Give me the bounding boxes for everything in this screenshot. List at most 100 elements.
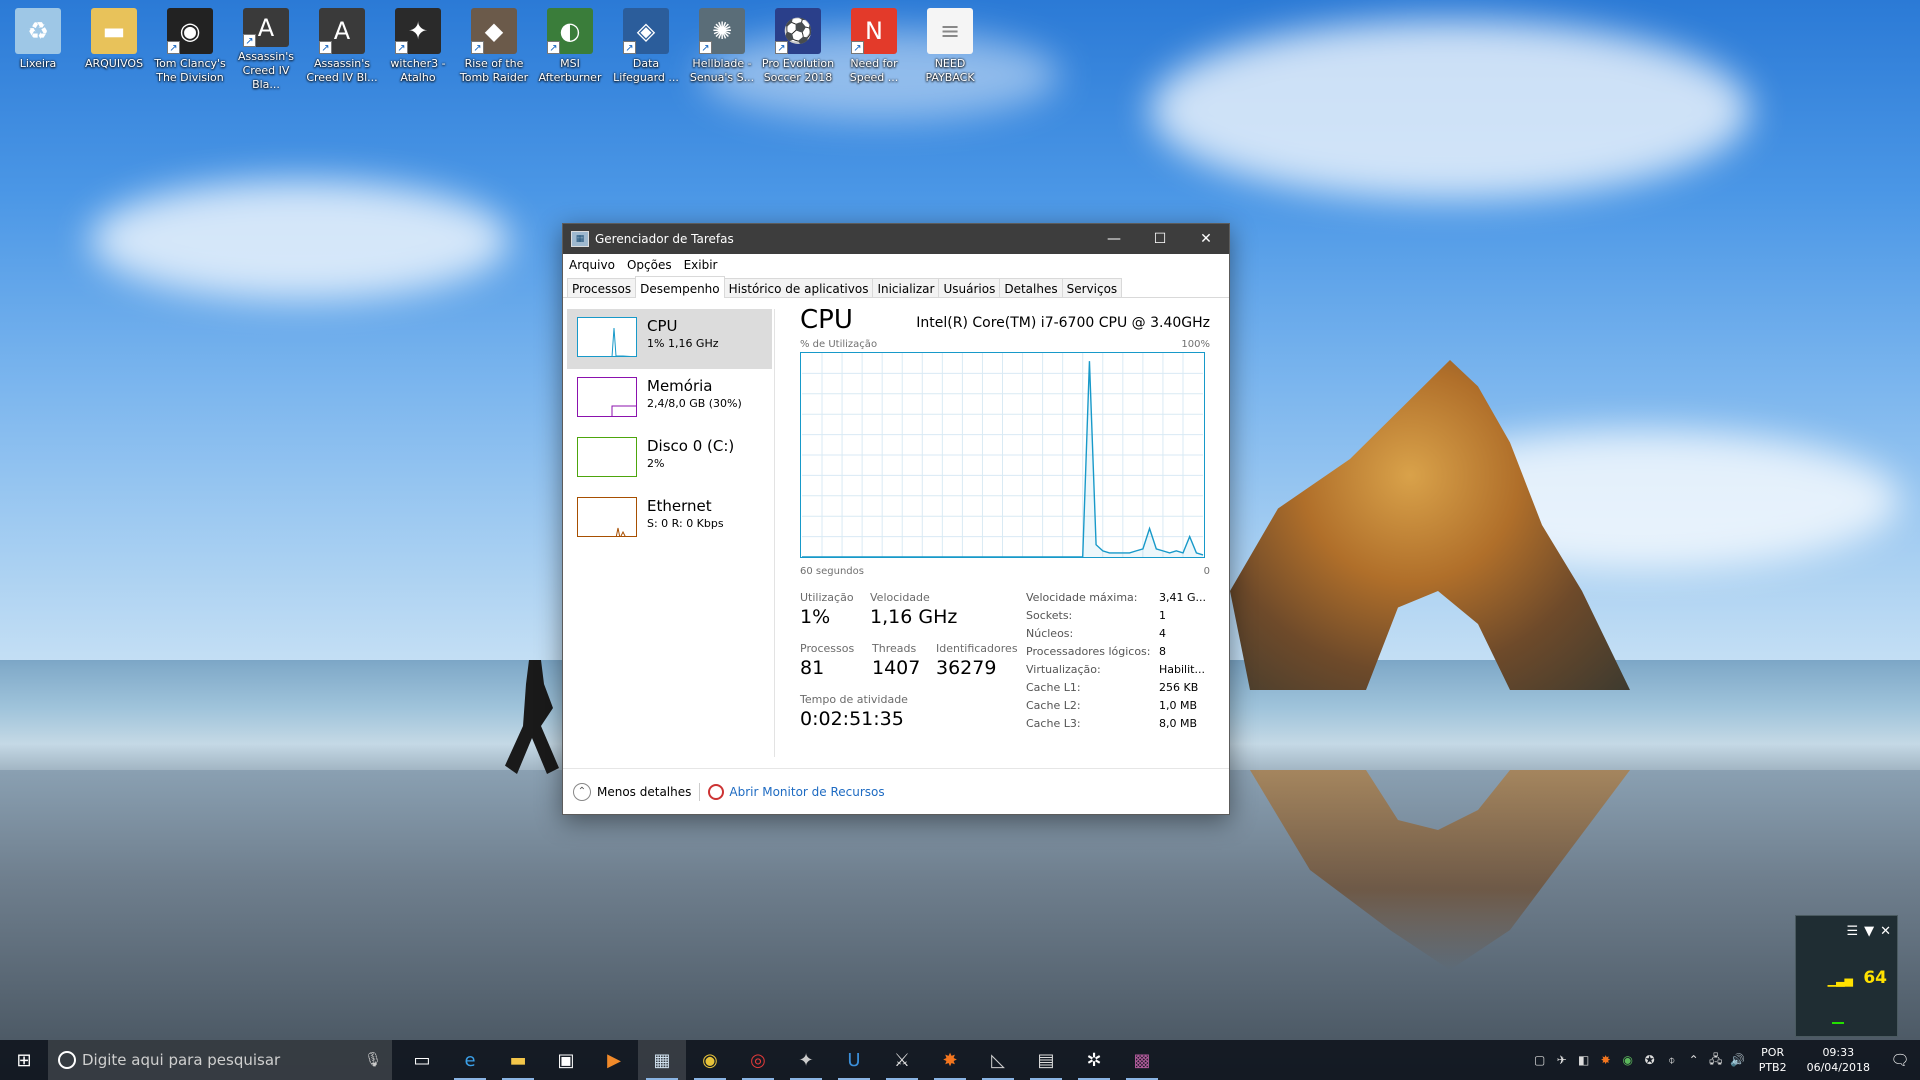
chevron-down-icon[interactable]: ▼ [1864, 924, 1874, 939]
taskbar-app[interactable]: ▦ [638, 1040, 686, 1080]
desktop-icon[interactable]: ⚽ ↗ Pro Evolution Soccer 2018 [760, 0, 836, 92]
taskbar-app[interactable]: ▩ [1118, 1040, 1166, 1080]
desktop-icon-label: witcher3 - Atalho [390, 57, 446, 84]
sidebar-item[interactable]: Memória 2,4/8,0 GB (30%) [567, 369, 772, 429]
tab[interactable]: Usuários [938, 278, 1001, 297]
close-icon[interactable]: ✕ [1880, 924, 1891, 939]
taskbar-app[interactable]: e [446, 1040, 494, 1080]
spec-label: Processadores lógicos: [1026, 645, 1151, 658]
spec-value: 1 [1159, 609, 1166, 622]
desktop-icon[interactable]: ◈ ↗ Data Lifeguard ... [608, 0, 684, 92]
taskbar-app[interactable]: ▭ [398, 1040, 446, 1080]
division-game-icon: ◉ ↗ [167, 8, 213, 54]
task-view-icon: ▭ [413, 1049, 431, 1071]
spec-value: 4 [1159, 627, 1166, 640]
desktop-icon[interactable]: ✦ ↗ witcher3 - Atalho [380, 0, 456, 92]
tab[interactable]: Inicializar [872, 278, 940, 297]
shortcut-arrow-icon: ↗ [851, 41, 864, 54]
taskbar-app[interactable]: ▬ [494, 1040, 542, 1080]
tab[interactable]: Serviços [1061, 278, 1123, 297]
taskbar-app[interactable]: ◺ [974, 1040, 1022, 1080]
menu-icon[interactable]: ☰ [1846, 924, 1858, 939]
usb-icon[interactable]: ⌽ [1661, 1053, 1683, 1068]
spec-label: Velocidade máxima: [1026, 591, 1138, 604]
cpu-detail: CPU Intel(R) Core(TM) i7-6700 CPU @ 3.40… [800, 305, 1210, 741]
menu-item[interactable]: Opções [627, 258, 672, 272]
sidebar-item[interactable]: CPU 1% 1,16 GHz [567, 309, 772, 369]
taskbar-app[interactable]: ◎ [734, 1040, 782, 1080]
utilization-value: 1% [800, 606, 831, 628]
shortcut-arrow-icon: ↗ [167, 41, 180, 54]
taskbar-app[interactable]: ▣ [542, 1040, 590, 1080]
sidebar-item[interactable]: Ethernet S: 0 R: 0 Kbps [567, 489, 772, 549]
taskbar-app[interactable]: ✸ [926, 1040, 974, 1080]
chevron-up-icon[interactable]: ⌃ [1683, 1053, 1705, 1067]
witcher-icon: ✦ ↗ [395, 8, 441, 54]
desktop-icon[interactable]: ▬ ARQUIVOS [76, 0, 152, 92]
notifications-icon[interactable]: 🗨 [1880, 1051, 1920, 1069]
title-bar[interactable]: ▦ Gerenciador de Tarefas — ☐ ✕ [563, 224, 1229, 254]
desktop-icon[interactable]: N ↗ Need for Speed ... [836, 0, 912, 92]
microphone-icon[interactable]: 🎙 [364, 1052, 382, 1068]
tab-strip: Processos Desempenho Histórico de aplicati… [563, 276, 1229, 298]
menu-item[interactable]: Arquivo [569, 258, 615, 272]
tray-app-icon[interactable]: ◉ [1617, 1053, 1639, 1067]
taskbar-app[interactable]: U [830, 1040, 878, 1080]
language-indicator[interactable]: POR PTB2 [1759, 1045, 1787, 1075]
start-button[interactable]: ⊞ [0, 1040, 48, 1080]
avast-tray-icon[interactable]: ✸ [1595, 1053, 1617, 1067]
spec-value: 1,0 MB [1159, 699, 1198, 712]
desktop-icon[interactable]: ◐ ↗ MSI Afterburner [532, 0, 608, 92]
clock[interactable]: 09:33 06/04/2018 [1807, 1045, 1870, 1075]
desktop-icon[interactable]: ♻ Lixeira [0, 0, 76, 92]
open-resource-monitor-link[interactable]: Abrir Monitor de Recursos [729, 785, 884, 799]
spec-label: Sockets: [1026, 609, 1073, 622]
footer: ⌃ Menos detalhes Abrir Monitor de Recurs… [563, 768, 1229, 814]
taskbar-app[interactable]: ◉ [686, 1040, 734, 1080]
minimize-button[interactable]: — [1091, 224, 1137, 254]
menu-item[interactable]: Exibir [684, 258, 718, 272]
sidebar-item[interactable]: Disco 0 (C:) 2% [567, 429, 772, 489]
monitor-widget[interactable]: ☰ ▼ ✕ ▁▃▅ 64 [1795, 915, 1898, 1037]
taskbar-app[interactable]: ⚔ [878, 1040, 926, 1080]
task-manager-window[interactable]: ▦ Gerenciador de Tarefas — ☐ ✕ Arquivo Op… [562, 223, 1230, 815]
desktop-icon[interactable]: ✺ ↗ Hellblade - Senua's S... [684, 0, 760, 92]
network-icon[interactable]: 🖧 [1705, 1050, 1727, 1071]
minimize-icon: — [1107, 231, 1121, 247]
tab[interactable]: Detalhes [999, 278, 1063, 297]
taskbar-app[interactable]: ✲ [1070, 1040, 1118, 1080]
tray-app-icon[interactable]: ✈ [1551, 1053, 1573, 1067]
game-launcher-icon: ◎ [750, 1049, 766, 1071]
chevron-up-icon[interactable]: ⌃ [573, 782, 591, 801]
edge-icon: e [464, 1049, 476, 1071]
taskbar-app[interactable]: ▤ [1022, 1040, 1070, 1080]
spec-label: Cache L3: [1026, 717, 1081, 730]
desktop-icon[interactable]: A ↗ Assassin's Creed IV Bl... [304, 0, 380, 92]
fewer-details-link[interactable]: Menos detalhes [597, 785, 691, 799]
widget-indicator [1832, 1022, 1844, 1024]
taskbar-app[interactable]: ▶ [590, 1040, 638, 1080]
task-manager-icon: ▦ [653, 1049, 671, 1071]
maximize-button[interactable]: ☐ [1137, 224, 1183, 254]
desktop-icon-label: ARQUIVOS [84, 57, 144, 70]
spec-label: Cache L2: [1026, 699, 1081, 712]
tray-app-icon[interactable]: ▢ [1529, 1053, 1551, 1067]
graph-label: % de Utilização [800, 339, 878, 350]
desktop-icon[interactable]: ◉ ↗ Tom Clancy's The Division [152, 0, 228, 92]
tray-app-icon[interactable]: ◧ [1573, 1053, 1595, 1067]
taskbar-app[interactable]: ✦ [782, 1040, 830, 1080]
desktop-icon[interactable]: A ↗ Assassin's Creed IV Bla... [228, 0, 304, 92]
tab[interactable]: Processos [567, 278, 637, 297]
cpu-specs: Velocidade máxima: 3,41 G... Sockets: 1 Núcl… [1026, 591, 1206, 735]
search-box[interactable]: Digite aqui para pesquisar 🎙 [48, 1040, 392, 1080]
desktop-icon-label: Lixeira [19, 57, 57, 70]
close-button[interactable]: ✕ [1183, 224, 1229, 254]
tray-app-icon[interactable]: ✪ [1639, 1053, 1661, 1067]
tab[interactable]: Desempenho [635, 276, 725, 298]
desktop-icon[interactable]: ◆ ↗ Rise of the Tomb Raider [456, 0, 532, 92]
tab[interactable]: Histórico de aplicativos [723, 278, 874, 297]
volume-icon[interactable]: 🔊 [1727, 1053, 1749, 1067]
resource-monitor-icon [708, 783, 725, 800]
search-placeholder: Digite aqui para pesquisar [82, 1051, 281, 1069]
desktop-icon[interactable]: ≡ NEED PAYBACK [912, 0, 988, 92]
